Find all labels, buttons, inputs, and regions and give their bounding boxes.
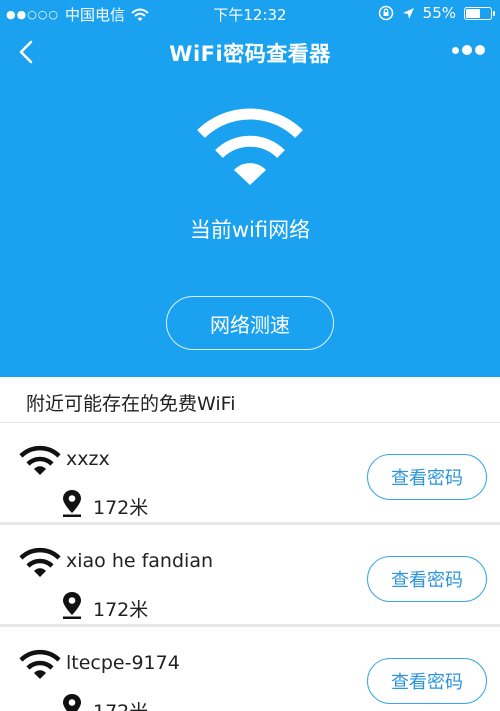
wifi-name: xxzx — [66, 448, 110, 470]
list-item: xiao he fandian 172米 查看密码 — [0, 525, 500, 627]
location-pin-icon — [63, 694, 81, 711]
section-header: 附近可能存在的免费WiFi — [0, 377, 500, 423]
section-title: 附近可能存在的免费WiFi — [26, 393, 236, 415]
more-dot-icon — [452, 46, 459, 54]
battery-icon — [464, 6, 495, 20]
wifi-distance: 172米 — [93, 497, 149, 519]
location-pin-icon — [63, 592, 81, 619]
more-options-button[interactable] — [452, 42, 486, 58]
speed-test-button[interactable]: 网络测速 — [166, 296, 334, 350]
location-pin-icon — [63, 490, 81, 517]
nav-bar: WiFi密码查看器 — [0, 30, 500, 74]
current-network-label: 当前wifi网络 — [189, 218, 311, 242]
wifi-distance: 172米 — [93, 697, 148, 711]
wifi-icon — [19, 445, 61, 475]
page-title: WiFi密码查看器 — [169, 42, 331, 66]
view-password-button[interactable]: 查看密码 — [367, 658, 487, 704]
list-item: ltecpe-9174 172米 查看密码 — [0, 627, 500, 711]
wifi-name: ltecpe-9174 — [66, 652, 180, 674]
wifi-name: xiao he fandian — [66, 550, 213, 572]
wifi-icon — [19, 547, 61, 577]
view-password-button[interactable]: 查看密码 — [367, 454, 487, 500]
more-dot-icon — [475, 45, 485, 55]
hero-panel: ●●○○○ 中国电信 下午12:32 55% WiFi密码查看器 当前wifi网… — [0, 0, 500, 377]
wifi-large-icon — [197, 108, 303, 185]
location-arrow-icon — [402, 7, 414, 19]
more-dot-icon — [462, 45, 472, 55]
battery-level — [466, 8, 481, 18]
status-bar: ●●○○○ 中国电信 下午12:32 55% — [0, 0, 500, 26]
orientation-lock-icon — [378, 5, 393, 21]
wifi-icon — [19, 649, 61, 679]
view-password-button[interactable]: 查看密码 — [367, 556, 487, 602]
wifi-list: xxzx 172米 查看密码 xiao he fandian 172米 查看密码 — [0, 423, 500, 711]
list-item: xxzx 172米 查看密码 — [0, 423, 500, 525]
battery-percent: 55% — [422, 4, 456, 22]
wifi-distance: 172米 — [93, 599, 149, 621]
